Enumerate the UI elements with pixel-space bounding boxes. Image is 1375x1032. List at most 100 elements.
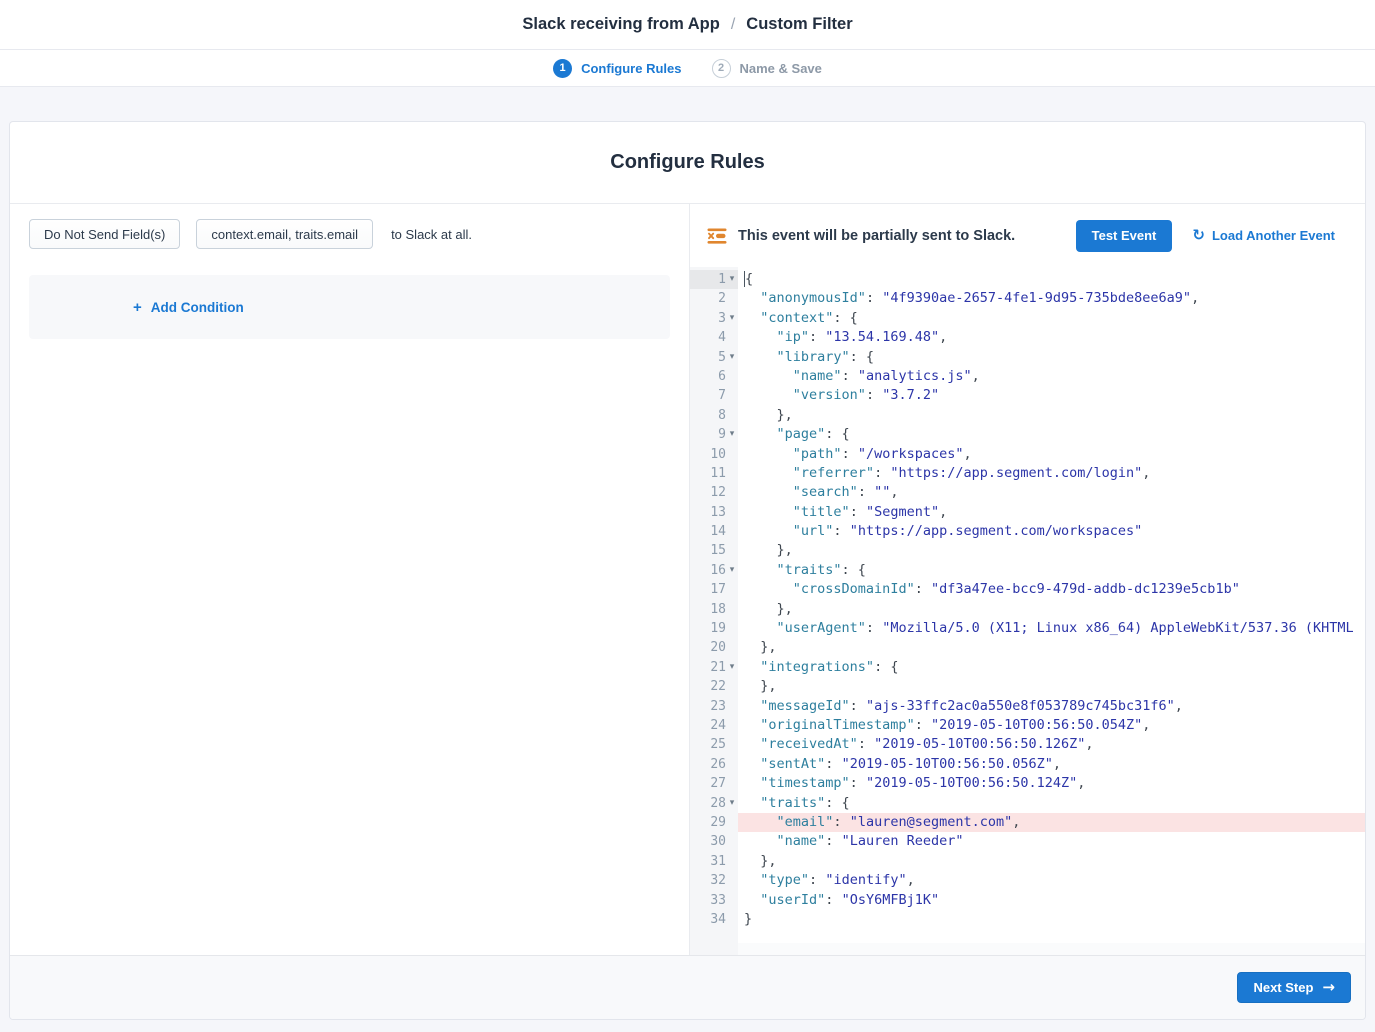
next-step-button[interactable]: Next Step → [1237, 972, 1351, 1003]
line-number-19: 19 [690, 619, 738, 638]
filter-suffix-text: to Slack at all. [391, 227, 472, 242]
fold-arrow-icon[interactable]: ▾ [726, 425, 738, 444]
code-line-10: 10 "path": "/workspaces", [690, 445, 1365, 464]
line-number-31: 31 [690, 852, 738, 871]
line-number-14: 14 [690, 522, 738, 541]
plus-icon: + [133, 299, 142, 316]
card-title: Configure Rules [10, 122, 1365, 204]
code-content: "url": "https://app.segment.com/workspac… [738, 522, 1365, 541]
fold-arrow-icon[interactable]: ▾ [726, 348, 738, 367]
code-content: "receivedAt": "2019-05-10T00:56:50.126Z"… [738, 735, 1365, 754]
editor-bottom-strip [690, 943, 1365, 955]
step-1-label: Configure Rules [581, 61, 681, 76]
step-2-circle: 2 [712, 59, 731, 78]
code-content: { [738, 270, 1365, 289]
line-number-26: 26 [690, 755, 738, 774]
line-number-27: 27 [690, 774, 738, 793]
code-line-7: 7 "version": "3.7.2" [690, 386, 1365, 405]
code-line-6: 6 "name": "analytics.js", [690, 367, 1365, 386]
code-content: "search": "", [738, 483, 1365, 502]
line-number-22: 22 [690, 677, 738, 696]
line-number-18: 18 [690, 600, 738, 619]
code-content: "traits": { [738, 561, 1365, 580]
code-line-2: 2 "anonymousId": "4f9390ae-2657-4fe1-9d9… [690, 289, 1365, 308]
code-content: "path": "/workspaces", [738, 445, 1365, 464]
filter-type-selector[interactable]: Do Not Send Field(s) [29, 219, 180, 249]
line-number-4: 4 [690, 328, 738, 347]
code-content: "referrer": "https://app.segment.com/log… [738, 464, 1365, 483]
json-editor[interactable]: 1▾{2 "anonymousId": "4f9390ae-2657-4fe1-… [690, 267, 1365, 943]
code-line-20: 20 }, [690, 638, 1365, 657]
line-number-30: 30 [690, 832, 738, 851]
code-line-9: 9▾ "page": { [690, 425, 1365, 444]
card-footer: Next Step → [10, 955, 1365, 1019]
fold-arrow-icon[interactable]: ▾ [726, 794, 738, 813]
fold-arrow-icon[interactable]: ▾ [726, 658, 738, 677]
fold-arrow-icon[interactable]: ▾ [726, 309, 738, 328]
code-content: "type": "identify", [738, 871, 1365, 890]
event-preview-panel: This event will be partially sent to Sla… [690, 204, 1365, 955]
line-number-34: 34 [690, 910, 738, 929]
line-number-1[interactable]: 1▾ [690, 270, 738, 289]
line-number-20: 20 [690, 638, 738, 657]
line-number-29: 29 [690, 813, 738, 832]
line-number-5[interactable]: 5▾ [690, 348, 738, 367]
code-content: "library": { [738, 348, 1365, 367]
line-number-21[interactable]: 21▾ [690, 658, 738, 677]
wizard-stepper: 1 Configure Rules 2 Name & Save [0, 50, 1375, 87]
test-event-button[interactable]: Test Event [1076, 220, 1173, 252]
code-content: "crossDomainId": "df3a47ee-bcc9-479d-add… [738, 580, 1365, 599]
code-line-5: 5▾ "library": { [690, 348, 1365, 367]
step-1-circle: 1 [553, 59, 572, 78]
code-content: "context": { [738, 309, 1365, 328]
line-number-12: 12 [690, 483, 738, 502]
code-content: }, [738, 541, 1365, 560]
add-condition-area: + Add Condition [29, 275, 670, 339]
fold-arrow-icon[interactable]: ▾ [726, 270, 738, 289]
code-line-31: 31 }, [690, 852, 1365, 871]
line-number-32: 32 [690, 871, 738, 890]
fold-arrow-icon[interactable]: ▾ [726, 561, 738, 580]
step-configure-rules[interactable]: 1 Configure Rules [553, 59, 681, 78]
code-content: }, [738, 638, 1365, 657]
code-line-13: 13 "title": "Segment", [690, 503, 1365, 522]
code-line-14: 14 "url": "https://app.segment.com/works… [690, 522, 1365, 541]
line-number-10: 10 [690, 445, 738, 464]
filter-fields-selector[interactable]: context.email, traits.email [196, 219, 373, 249]
code-content: "name": "analytics.js", [738, 367, 1365, 386]
code-line-3: 3▾ "context": { [690, 309, 1365, 328]
line-number-24: 24 [690, 716, 738, 735]
line-number-28[interactable]: 28▾ [690, 794, 738, 813]
line-number-13: 13 [690, 503, 738, 522]
line-number-16[interactable]: 16▾ [690, 561, 738, 580]
code-line-26: 26 "sentAt": "2019-05-10T00:56:50.056Z", [690, 755, 1365, 774]
sync-icon: ↻ [1192, 228, 1205, 243]
code-content: "originalTimestamp": "2019-05-10T00:56:5… [738, 716, 1365, 735]
line-number-9[interactable]: 9▾ [690, 425, 738, 444]
line-number-3[interactable]: 3▾ [690, 309, 738, 328]
code-line-33: 33 "userId": "OsY6MFBj1K" [690, 891, 1365, 910]
code-content: "messageId": "ajs-33ffc2ac0a550e8f053789… [738, 697, 1365, 716]
load-another-event-link[interactable]: ↻ Load Another Event [1192, 228, 1335, 243]
line-number-15: 15 [690, 541, 738, 560]
code-line-23: 23 "messageId": "ajs-33ffc2ac0a550e8f053… [690, 697, 1365, 716]
code-content: "page": { [738, 425, 1365, 444]
line-number-17: 17 [690, 580, 738, 599]
code-line-28: 28▾ "traits": { [690, 794, 1365, 813]
breadcrumb-separator: / [731, 16, 735, 34]
code-line-18: 18 }, [690, 600, 1365, 619]
code-line-1: 1▾{ [690, 270, 1365, 289]
add-condition-button[interactable]: + Add Condition [133, 299, 244, 316]
preview-header: This event will be partially sent to Sla… [690, 204, 1365, 267]
code-line-4: 4 "ip": "13.54.169.48", [690, 328, 1365, 347]
code-content: "traits": { [738, 794, 1365, 813]
code-line-34: 34} [690, 910, 1365, 929]
code-line-27: 27 "timestamp": "2019-05-10T00:56:50.124… [690, 774, 1365, 793]
step-2-label: Name & Save [740, 61, 822, 76]
step-name-and-save[interactable]: 2 Name & Save [712, 59, 822, 78]
code-content: "timestamp": "2019-05-10T00:56:50.124Z", [738, 774, 1365, 793]
filter-rule-row: Do Not Send Field(s) context.email, trai… [29, 219, 689, 249]
top-title-bar: Slack receiving from App / Custom Filter [0, 0, 1375, 50]
code-content: "email": "lauren@segment.com", [738, 813, 1365, 832]
code-line-32: 32 "type": "identify", [690, 871, 1365, 890]
